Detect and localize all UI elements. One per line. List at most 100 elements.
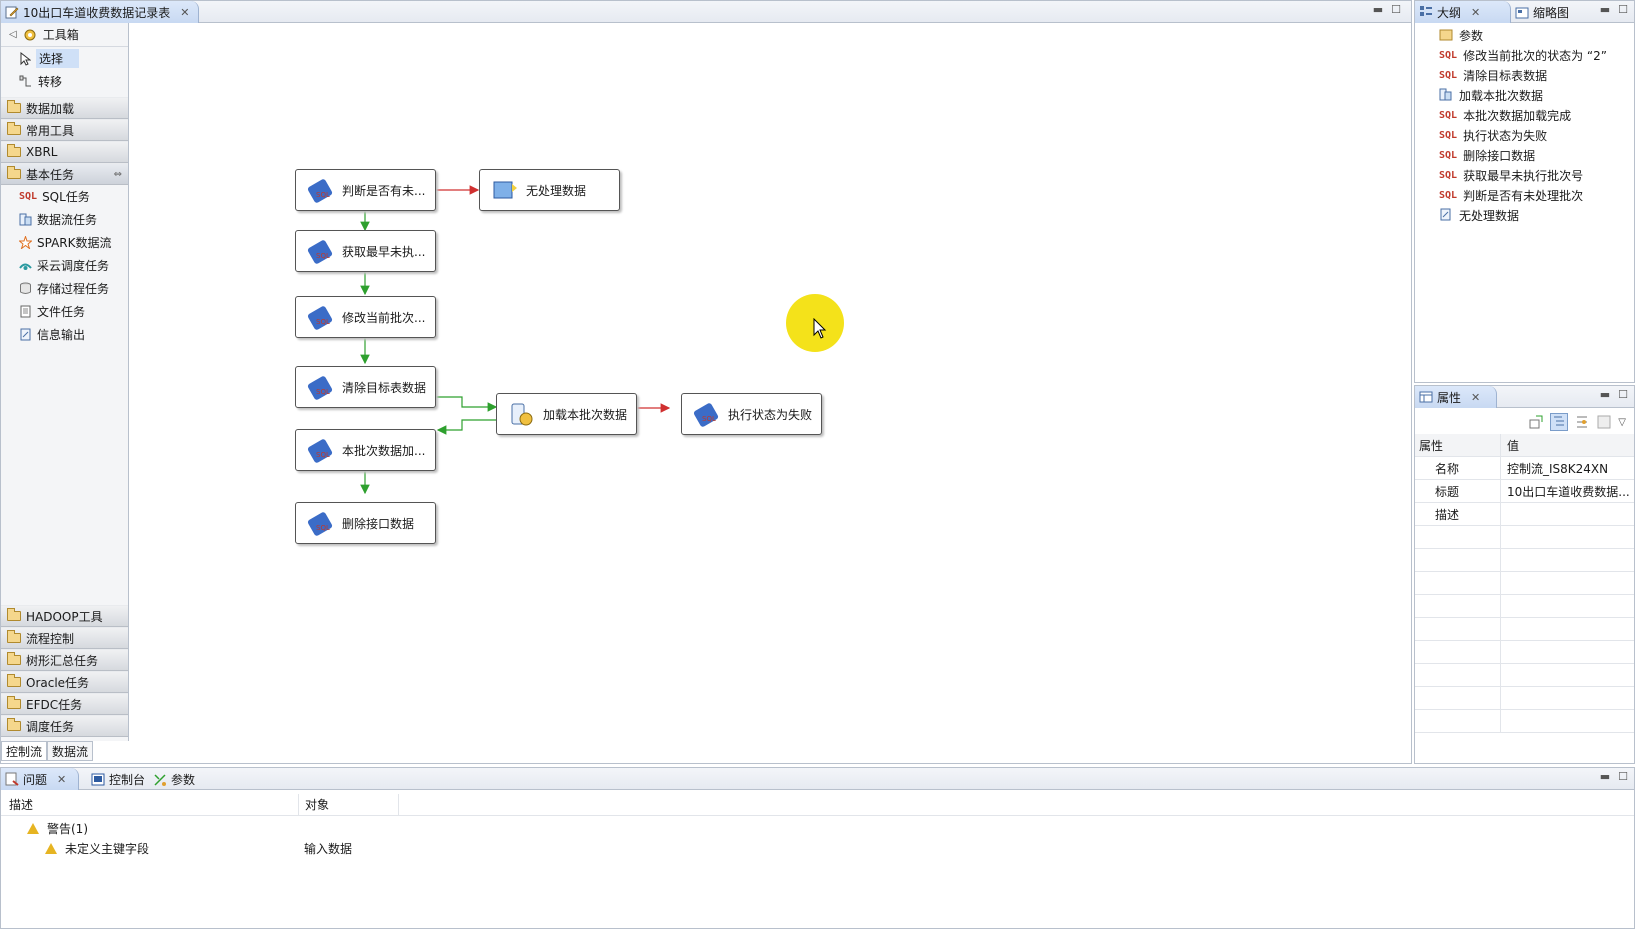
drawer-common-tools[interactable]: 常用工具 bbox=[1, 119, 128, 141]
property-value[interactable]: 10出口车道收费数据... bbox=[1501, 480, 1634, 502]
svg-text:SQL: SQL bbox=[316, 451, 330, 459]
task-file[interactable]: 文件任务 bbox=[1, 300, 128, 323]
tab-close-icon[interactable]: ✕ bbox=[57, 773, 66, 786]
folder-open-icon bbox=[7, 166, 21, 179]
problem-row[interactable]: 未定义主键字段 bbox=[45, 838, 149, 858]
problems-icon bbox=[5, 772, 19, 786]
property-row-description[interactable]: 描述 bbox=[1415, 503, 1634, 526]
outline-item[interactable]: SQL 判断是否有未处理批次 bbox=[1415, 185, 1634, 205]
problems-window-controls: ▬ ☐ bbox=[1600, 770, 1628, 783]
editor-tab[interactable]: 10出口车道收费数据记录表 ✕ bbox=[1, 1, 199, 23]
minimize-icon[interactable]: ▬ bbox=[1600, 3, 1610, 16]
task-stored-procedure[interactable]: 存储过程任务 bbox=[1, 277, 128, 300]
node-no-data[interactable]: 无处理数据 bbox=[479, 169, 620, 211]
tab-console[interactable]: 控制台 bbox=[91, 771, 145, 788]
warning-group-row[interactable]: 警告(1) bbox=[27, 818, 88, 838]
drawer-tree-summary[interactable]: 树形汇总任务 bbox=[1, 649, 128, 671]
collapse-left-icon[interactable]: ◁ bbox=[9, 29, 17, 40]
node-get-earliest-batch[interactable]: SQL 获取最早未执... bbox=[295, 230, 436, 272]
drawer-label: 基本任务 bbox=[26, 167, 75, 182]
outline-item[interactable]: SQL 修改当前批次的状态为 “2” bbox=[1415, 45, 1634, 65]
drawer-oracle[interactable]: Oracle任务 bbox=[1, 671, 128, 693]
column-header-description[interactable]: 描述 bbox=[1, 794, 299, 815]
minimize-icon[interactable]: ▬ bbox=[1600, 770, 1610, 783]
sql-icon: SQL bbox=[1439, 69, 1458, 81]
outline-icon bbox=[1420, 6, 1432, 16]
categories-icon[interactable] bbox=[1550, 413, 1569, 431]
drawer-data-load[interactable]: 数据加载 bbox=[1, 97, 128, 119]
maximize-icon[interactable]: ☐ bbox=[1391, 3, 1401, 16]
outline-item[interactable]: 无处理数据 bbox=[1415, 205, 1634, 225]
minimize-icon[interactable]: ▬ bbox=[1373, 3, 1383, 16]
pin-to-view-icon[interactable] bbox=[1528, 414, 1544, 430]
folder-icon bbox=[7, 608, 21, 621]
outline-item-label: 本批次数据加载完成 bbox=[1463, 108, 1572, 123]
drawer-label: 调度任务 bbox=[26, 719, 75, 734]
drawer-basic-tasks[interactable]: 基本任务 ⇔ bbox=[1, 163, 128, 185]
advanced-icon[interactable] bbox=[1574, 414, 1590, 430]
outline-item[interactable]: SQL 本批次数据加载完成 bbox=[1415, 105, 1634, 125]
view-menu-icon[interactable]: ▽ bbox=[1618, 417, 1626, 428]
tab-thumbnail[interactable]: 缩略图 bbox=[1515, 4, 1569, 21]
tab-label: 问题 bbox=[23, 772, 48, 787]
sql-task-icon: SQL bbox=[307, 240, 333, 264]
tab-problems[interactable]: 问题 ✕ bbox=[1, 768, 79, 790]
tab-close-icon[interactable]: ✕ bbox=[1471, 6, 1480, 19]
property-row-title[interactable]: 标题 10出口车道收费数据... bbox=[1415, 480, 1634, 503]
node-load-batch[interactable]: 加载本批次数据 bbox=[496, 393, 637, 435]
tab-parameters[interactable]: 参数 bbox=[153, 771, 195, 788]
drawer-flow-control[interactable]: 流程控制 bbox=[1, 627, 128, 649]
outline-item[interactable]: SQL 执行状态为失败 bbox=[1415, 125, 1634, 145]
warning-icon bbox=[27, 822, 39, 834]
connector-success[interactable] bbox=[436, 396, 498, 412]
task-output[interactable]: 信息输出 bbox=[1, 323, 128, 346]
outline-item[interactable]: SQL 清除目标表数据 bbox=[1415, 65, 1634, 85]
drawer-xbrl[interactable]: XBRL bbox=[1, 141, 128, 163]
maximize-icon[interactable]: ☐ bbox=[1618, 3, 1628, 16]
task-sql[interactable]: SQL SQL任务 bbox=[1, 185, 128, 208]
node-check-unprocessed[interactable]: SQL 判断是否有未... bbox=[295, 169, 436, 211]
maximize-icon[interactable]: ☐ bbox=[1618, 770, 1628, 783]
minimize-icon[interactable]: ▬ bbox=[1600, 388, 1610, 401]
outline-item[interactable]: SQL 删除接口数据 bbox=[1415, 145, 1634, 165]
tool-select[interactable]: 选择 bbox=[1, 47, 128, 70]
task-spark[interactable]: SPARK数据流 bbox=[1, 231, 128, 254]
tab-outline[interactable]: 大纲 ✕ bbox=[1415, 1, 1511, 23]
drawer-label: 树形汇总任务 bbox=[26, 653, 99, 668]
node-batch-load-done[interactable]: SQL 本批次数据加... bbox=[295, 429, 436, 471]
tab-close-icon[interactable]: ✕ bbox=[180, 6, 189, 19]
node-status-failed[interactable]: SQL 执行状态为失败 bbox=[681, 393, 822, 435]
property-value[interactable]: 控制流_IS8K24XN bbox=[1501, 457, 1634, 479]
svg-text:SQL: SQL bbox=[316, 191, 330, 199]
pin-icon[interactable]: ⇔ bbox=[114, 169, 122, 180]
toolbox-header[interactable]: ◁ 工具箱 bbox=[1, 23, 128, 47]
drawer-label: 数据加载 bbox=[26, 101, 75, 116]
property-value[interactable] bbox=[1501, 503, 1634, 525]
outline-item-label: 无处理数据 bbox=[1459, 208, 1520, 223]
tool-transition[interactable]: 转移 bbox=[1, 70, 128, 93]
maximize-icon[interactable]: ☐ bbox=[1618, 388, 1628, 401]
column-header-object[interactable]: 对象 bbox=[299, 794, 399, 815]
task-dataflow[interactable]: 数据流任务 bbox=[1, 208, 128, 231]
warning-group-label: 警告(1) bbox=[47, 821, 88, 836]
outline-item[interactable]: SQL 获取最早未执行批次号 bbox=[1415, 165, 1634, 185]
tab-control-flow[interactable]: 控制流 bbox=[1, 741, 48, 761]
drawer-hadoop[interactable]: HADOOP工具 bbox=[1, 605, 128, 627]
drawer-efdc[interactable]: EFDC任务 bbox=[1, 693, 128, 715]
connector-success[interactable] bbox=[436, 419, 496, 435]
tab-close-icon[interactable]: ✕ bbox=[1471, 391, 1480, 404]
column-header-property: 属性 bbox=[1415, 434, 1501, 456]
node-update-batch-status[interactable]: SQL 修改当前批次... bbox=[295, 296, 436, 338]
outline-item[interactable]: 加载本批次数据 bbox=[1415, 85, 1634, 105]
outline-item[interactable]: 参数 bbox=[1415, 25, 1634, 45]
node-clear-target[interactable]: SQL 清除目标表数据 bbox=[295, 366, 436, 408]
sql-task-icon: SQL bbox=[693, 403, 719, 427]
tab-data-flow[interactable]: 数据流 bbox=[47, 741, 94, 761]
drawer-schedule[interactable]: 调度任务 bbox=[1, 715, 128, 737]
restore-default-icon[interactable] bbox=[1596, 414, 1612, 430]
tab-properties[interactable]: 属性 ✕ bbox=[1415, 386, 1497, 408]
design-canvas[interactable]: SQL 判断是否有未... 无处理数据 SQL 获取最早未执... SQL 修改… bbox=[129, 23, 1411, 741]
property-row-name[interactable]: 名称 控制流_IS8K24XN bbox=[1415, 457, 1634, 480]
node-delete-interface-data[interactable]: SQL 删除接口数据 bbox=[295, 502, 436, 544]
task-cloud-schedule[interactable]: 采云调度任务 bbox=[1, 254, 128, 277]
